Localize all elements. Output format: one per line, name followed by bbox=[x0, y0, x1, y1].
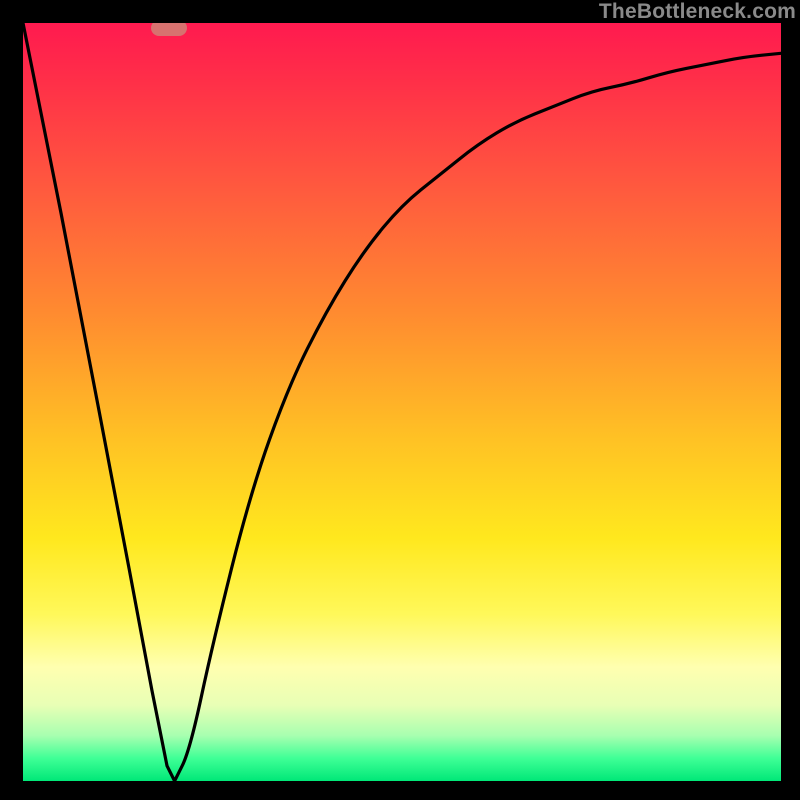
watermark-text: TheBottleneck.com bbox=[599, 0, 796, 24]
chart-frame: TheBottleneck.com bbox=[0, 0, 800, 800]
bottleneck-curve bbox=[23, 23, 781, 781]
optimum-marker bbox=[151, 23, 187, 36]
plot-area bbox=[23, 23, 781, 781]
